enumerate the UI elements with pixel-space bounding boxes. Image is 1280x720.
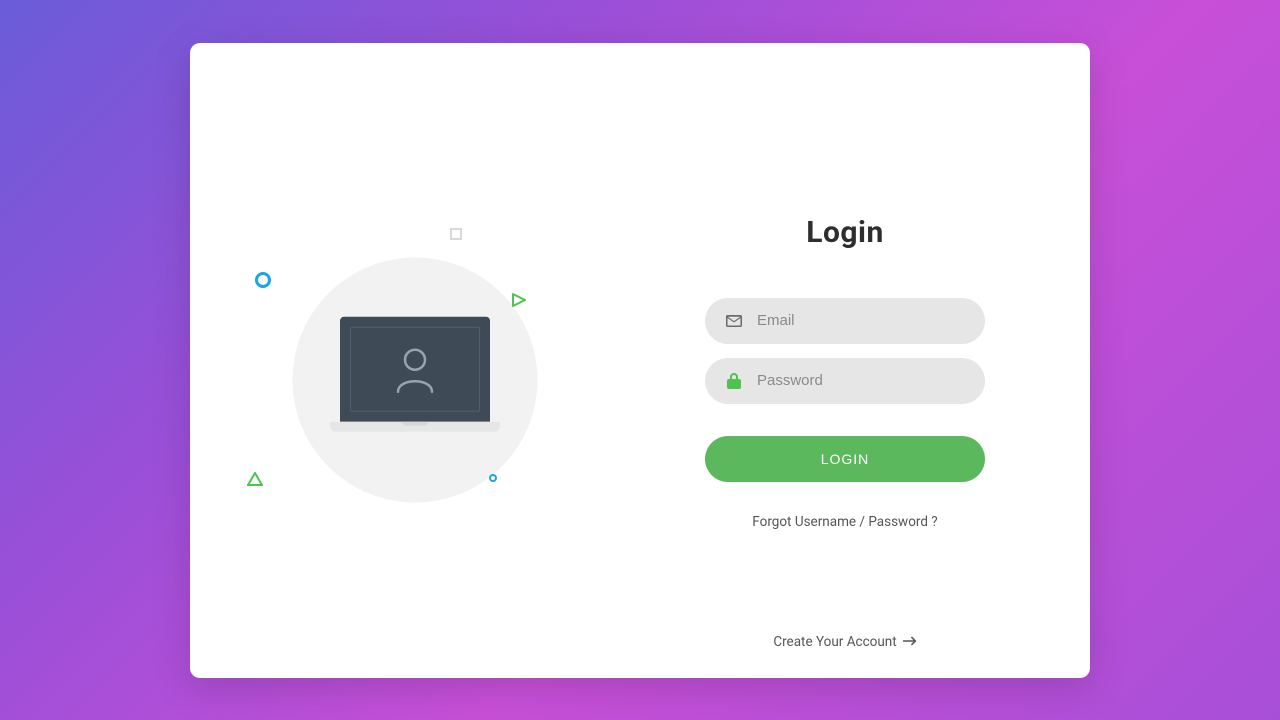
laptop-base [330, 422, 500, 432]
login-button[interactable]: LOGIN [705, 436, 985, 482]
envelope-icon [725, 315, 743, 327]
login-card: Login LOGIN Forgot Username / Password ?… [190, 43, 1090, 678]
arrow-right-icon [903, 634, 917, 650]
create-account-label: Create Your Account [773, 634, 896, 650]
play-shape-icon [511, 292, 527, 308]
password-field-wrap [705, 358, 985, 404]
email-field-wrap [705, 298, 985, 344]
illustration [255, 220, 575, 540]
password-input[interactable] [757, 372, 965, 389]
form-panel: Login LOGIN Forgot Username / Password ? [640, 43, 1090, 678]
lock-icon [725, 373, 743, 389]
dot-shape-icon [489, 474, 497, 482]
create-account-link[interactable]: Create Your Account [640, 634, 1090, 650]
page-title: Login [806, 215, 884, 250]
login-form: LOGIN Forgot Username / Password ? [705, 298, 985, 530]
square-shape-icon [450, 228, 462, 240]
illustration-panel [190, 43, 640, 678]
email-input[interactable] [757, 312, 965, 329]
user-icon [392, 345, 438, 393]
laptop-screen [340, 317, 490, 422]
circle-shape-icon [255, 272, 271, 288]
forgot-password-link[interactable]: Forgot Username / Password ? [705, 514, 985, 530]
laptop-illustration [340, 317, 490, 432]
